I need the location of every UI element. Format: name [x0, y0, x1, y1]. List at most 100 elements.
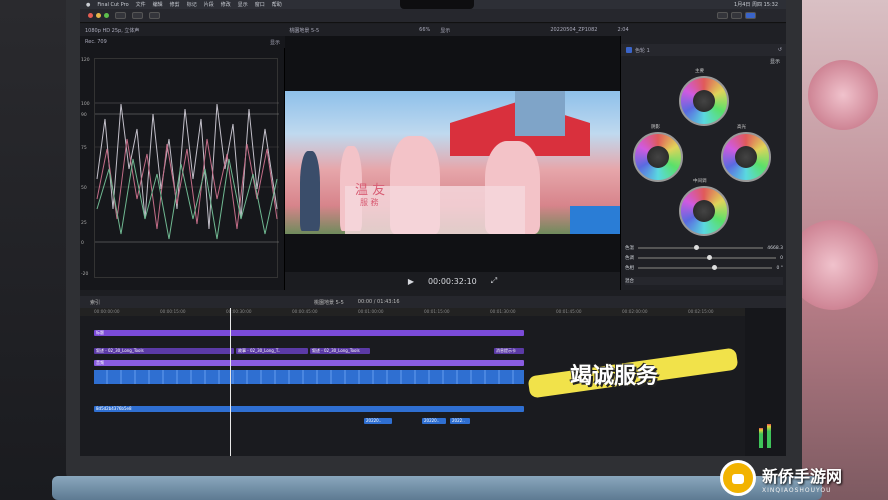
audio-meters — [745, 308, 786, 456]
audio-label-clip[interactable]: 音频 — [94, 360, 524, 366]
highlights-color-wheel[interactable] — [721, 132, 771, 182]
slider-value[interactable]: 4668.3 — [767, 246, 783, 251]
ruler-tick: 00:02:15:00 — [688, 309, 714, 314]
frame-sign-text: 温 友 — [355, 183, 386, 198]
master-color-wheel[interactable] — [679, 76, 729, 126]
watermark-subtitle: XINQIAOSHOUYOU — [762, 486, 832, 494]
keyword-button[interactable] — [149, 12, 160, 19]
timeline-ruler[interactable]: 00:00:00:00 00:00:15:00 00:00:30:00 00:0… — [80, 308, 745, 316]
music-clip[interactable]: 8d5d2b4376b5e8 — [94, 406, 524, 412]
viewer-header: 1080p HD 25p, 立体声 桃園地景 5-5 66% 显示 202205… — [80, 24, 786, 36]
format-label: 1080p HD 25p, 立体声 — [85, 27, 140, 34]
lower-clip[interactable]: 20220.. — [364, 418, 392, 424]
audio-meter-left — [759, 428, 763, 448]
ruler-tick: 00:00:00:00 — [94, 309, 120, 314]
minimize-icon[interactable] — [96, 13, 101, 18]
scope-tick: 0 — [81, 241, 84, 246]
ruler-tick: 00:00:45:00 — [292, 309, 318, 314]
zoom-icon[interactable] — [104, 13, 109, 18]
playhead[interactable] — [230, 308, 231, 456]
ruler-tick: 00:01:45:00 — [556, 309, 582, 314]
menu-view[interactable]: 显示 — [238, 1, 248, 8]
inspector-toggle[interactable] — [745, 12, 756, 19]
fullscreen-icon[interactable]: ⤢ — [491, 276, 497, 286]
scope-header: Rec. 709 显示 — [80, 36, 285, 48]
lower-clip[interactable]: 20220.. — [422, 418, 446, 424]
mix-label: 混合 — [625, 279, 634, 284]
color-inspector: 色轮 1 ↺ 显示 主要 阴影 高光 中间调 色温 4668.3 色调 0 色相… — [620, 36, 786, 290]
site-watermark: 新侨手游网 XINQIAOSHOUYOU — [720, 456, 888, 500]
menu-window[interactable]: 窗口 — [255, 1, 265, 8]
inspector-display-menu[interactable]: 显示 — [770, 58, 780, 65]
menu-mark[interactable]: 标记 — [187, 1, 197, 8]
person-figure — [300, 151, 320, 231]
menu-trim[interactable]: 修剪 — [170, 1, 180, 8]
menu-clip[interactable]: 片段 — [204, 1, 214, 8]
effect-name[interactable]: 色轮 1 — [635, 47, 650, 54]
mix-row[interactable]: 混合 — [625, 277, 783, 285]
temperature-slider[interactable]: 色温 4668.3 — [625, 244, 783, 252]
checkbox-icon[interactable] — [626, 47, 632, 53]
menu-edit[interactable]: 编辑 — [153, 1, 163, 8]
viewer-title: 桃園地景 5-5 — [289, 27, 320, 34]
apple-icon[interactable]: ● — [86, 2, 90, 8]
ruler-tick: 00:01:00:00 — [358, 309, 384, 314]
slider-knob[interactable] — [711, 265, 717, 270]
slider-value[interactable]: 0 — [780, 256, 783, 261]
library-button[interactable] — [115, 12, 126, 19]
slider-knob[interactable] — [707, 255, 713, 260]
slider-value[interactable]: 0 ° — [776, 266, 783, 271]
browser-toggle[interactable] — [717, 12, 728, 19]
workspace-buttons — [717, 12, 756, 19]
zoom-level[interactable]: 66% — [419, 27, 430, 33]
building-shape — [515, 91, 565, 136]
slider-knob[interactable] — [694, 245, 700, 250]
wheel-label-shadows: 阴影 — [651, 125, 660, 130]
inspector-clip-name: 20220504_ZP1082 — [550, 27, 598, 33]
hue-slider[interactable]: 色相 0 ° — [625, 264, 783, 272]
promo-banner: 竭诚服务 — [520, 347, 750, 399]
scope-tick: 75 — [81, 146, 87, 151]
blue-box-shape — [570, 206, 620, 234]
scope-tick: 25 — [81, 221, 87, 226]
waveform-graph — [95, 102, 279, 243]
story-clip-2[interactable]: 故事 - 02_30_Long_T.. — [236, 348, 308, 354]
viewer-controls: ▶ 00:00:32:10 ⤢ — [285, 272, 620, 290]
story-clip-3[interactable]: 叙述 - 02_30_Long_Tools — [310, 348, 370, 354]
watermark-title: 新侨手游网 — [762, 466, 843, 486]
lower-clip[interactable]: 2022.. — [450, 418, 470, 424]
primary-storyline[interactable] — [94, 370, 524, 384]
menu-file[interactable]: 文件 — [136, 1, 146, 8]
wheel-label-master: 主要 — [695, 69, 704, 74]
project-name: 桃園地景 5-5 — [314, 299, 344, 306]
menu-help[interactable]: 帮助 — [272, 1, 282, 8]
banner-text: 竭诚服务 — [570, 364, 659, 389]
scope-tick: 100 — [81, 102, 90, 107]
controller-icon — [720, 460, 756, 496]
index-button[interactable]: 索引 — [90, 299, 100, 306]
slider-label: 色温 — [625, 246, 634, 251]
timeline-toggle[interactable] — [731, 12, 742, 19]
shadows-color-wheel[interactable] — [633, 132, 683, 182]
scope-tick: 50 — [81, 186, 87, 191]
reset-icon[interactable]: ↺ — [778, 47, 782, 53]
close-icon[interactable] — [88, 13, 93, 18]
frame-sign-text-2: 服 務 — [360, 198, 379, 207]
scope-display-menu[interactable]: 显示 — [270, 39, 280, 46]
play-icon[interactable]: ▶ — [408, 277, 414, 286]
story-clip[interactable]: 叙述 - 02_30_Long_Tools — [94, 348, 234, 354]
video-scope-panel: Rec. 709 显示 120 100 90 75 50 25 0 -20 — [80, 36, 285, 290]
title-clip[interactable]: 标题 — [94, 330, 524, 336]
wheel-label-midtones: 中间调 — [693, 179, 707, 184]
import-button[interactable] — [132, 12, 143, 19]
inspector-duration: 2:04 — [617, 27, 629, 33]
midtones-color-wheel[interactable] — [679, 186, 729, 236]
viewer-display-menu[interactable]: 显示 — [440, 27, 450, 34]
menu-modify[interactable]: 修改 — [221, 1, 231, 8]
tint-slider[interactable]: 色调 0 — [625, 254, 783, 262]
window-controls — [88, 13, 109, 18]
video-frame[interactable]: 温 友 服 務 — [285, 91, 620, 234]
menu-app[interactable]: Final Cut Pro — [97, 2, 128, 8]
timecode-display[interactable]: 00:00:32:10 — [428, 277, 477, 286]
ruler-tick: 00:01:30:00 — [490, 309, 516, 314]
